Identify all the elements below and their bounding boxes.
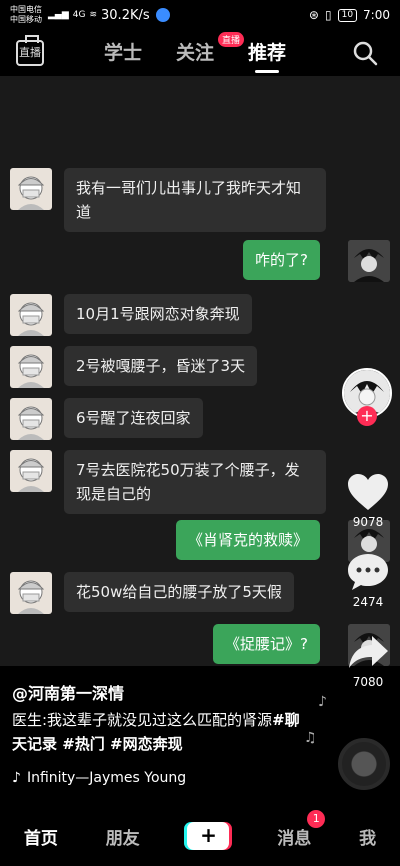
author-name[interactable]: @河南第一深情: [12, 680, 124, 704]
network-speed: 30.2K/s: [101, 7, 150, 23]
chat-message: 6号醒了连夜回家: [10, 398, 203, 440]
chat-message: 2号被嘎腰子，昏迷了3天: [10, 346, 258, 388]
message-bubble: 《肖肾克的救赎》: [175, 520, 320, 560]
heart-icon[interactable]: [346, 472, 390, 512]
chat-message: 10月1号跟网恋对象奔现: [10, 294, 252, 336]
nav-home[interactable]: 首页: [24, 824, 58, 849]
message-bubble: 7号去医院花50万装了个腰子，发现是自己的: [64, 450, 326, 514]
create-post-button[interactable]: +: [187, 822, 230, 850]
battery-indicator: 10: [337, 8, 358, 22]
nav-friends[interactable]: 朋友: [106, 824, 140, 849]
status-bar: 中国电信 中国移动 ▂▄▆ 4G ≋ 30.2K/s ⊛ ▯ 10 7:00: [0, 0, 400, 30]
network-type: 4G: [72, 10, 86, 20]
messages-badge: 1: [307, 809, 326, 828]
comment-count: 2474: [352, 595, 384, 609]
message-bubble: 花50w给自己的腰子放了5天假: [64, 572, 294, 612]
nav-messages-label: 消息: [277, 828, 312, 849]
message-bubble: 《捉腰记》?: [213, 624, 320, 664]
message-bubble: 2号被嘎腰子，昏迷了3天: [64, 346, 258, 386]
friend-avatar: [10, 346, 52, 388]
live-badge: 直播: [218, 32, 245, 47]
friend-avatar: [10, 398, 52, 440]
tab-recommend[interactable]: 推荐: [248, 38, 286, 73]
chat-message: 《肖肾克的救赎》: [175, 520, 330, 560]
music-title: Infinity—Jaymes Young: [26, 770, 187, 786]
chat-message: 我有一哥们儿出事儿了我昨天才知道: [10, 168, 326, 232]
tab-following-label: 关注: [176, 42, 215, 64]
vibrate-icon: ▯: [324, 8, 332, 22]
like-count: 9078: [352, 515, 384, 529]
share-action[interactable]: 7080: [344, 632, 392, 689]
music-disc-icon[interactable]: [338, 738, 390, 790]
message-bubble: 我有一哥们儿出事儿了我昨天才知道: [64, 168, 326, 232]
post-caption: 医生:我这辈子就没见过这么匹配的肾源#聊天记录 #热门 #网恋奔现: [12, 708, 312, 756]
chat-message: 花50w给自己的腰子放了5天假: [10, 572, 294, 614]
message-bubble: 6号醒了连夜回家: [64, 398, 203, 438]
video-chat-screenshot[interactable]: 我有一哥们儿出事儿了我昨天才知道 咋的了? 10月1号跟网恋对象奔现 2号被嘎腰…: [0, 76, 400, 666]
feed-tabs: 学士 关注 直播 推荐: [104, 32, 286, 73]
message-bubble: 10月1号跟网恋对象奔现: [64, 294, 252, 334]
signal-icon: ▂▄▆: [48, 10, 69, 20]
creator-avatar[interactable]: +: [342, 368, 392, 426]
carrier-2: 中国移动: [10, 15, 42, 24]
comment-action[interactable]: 2474: [344, 552, 392, 609]
nav-messages[interactable]: 消息 1: [277, 809, 326, 849]
chat-message: 咋的了?: [243, 240, 330, 280]
app-notification-icon: [155, 8, 170, 22]
floating-note-icon: ♫: [304, 730, 317, 746]
caption-text: 医生:我这辈子就没见过这么匹配的肾源: [12, 711, 273, 729]
share-count: 7080: [352, 675, 384, 689]
nav-me[interactable]: 我: [359, 824, 376, 849]
top-nav: 直播 学士 关注 直播 推荐: [0, 30, 400, 76]
tab-xueshi[interactable]: 学士: [104, 38, 142, 65]
friend-avatar: [10, 294, 52, 336]
carrier-info: 中国电信 中国移动: [10, 5, 42, 25]
friend-avatar: [10, 450, 52, 492]
nfc-icon: ⊛: [308, 8, 319, 22]
search-icon[interactable]: [352, 40, 378, 66]
friend-avatar: [10, 572, 52, 614]
message-bubble: 咋的了?: [243, 240, 320, 280]
share-icon[interactable]: [346, 632, 390, 672]
like-action[interactable]: 9078: [344, 472, 392, 529]
chat-message: 《捉腰记》?: [213, 624, 330, 664]
floating-note-icon: ♪: [318, 694, 327, 710]
wifi-icon: ≋: [89, 10, 98, 20]
music-info[interactable]: ♪ Infinity—Jaymes Young: [12, 770, 186, 786]
tab-following[interactable]: 关注 直播: [176, 32, 245, 65]
status-time: 7:00: [363, 8, 390, 22]
follow-button[interactable]: +: [357, 406, 377, 426]
comment-icon[interactable]: [346, 552, 390, 592]
carrier-1: 中国电信: [10, 5, 42, 14]
self-avatar: [348, 240, 390, 282]
friend-avatar: [10, 168, 52, 210]
chat-message: 7号去医院花50万装了个腰子，发现是自己的: [10, 450, 326, 514]
live-tv-icon[interactable]: 直播: [16, 35, 44, 66]
music-note-icon: ♪: [12, 770, 21, 786]
bottom-nav: 首页 朋友 + 消息 1 我: [0, 806, 400, 866]
